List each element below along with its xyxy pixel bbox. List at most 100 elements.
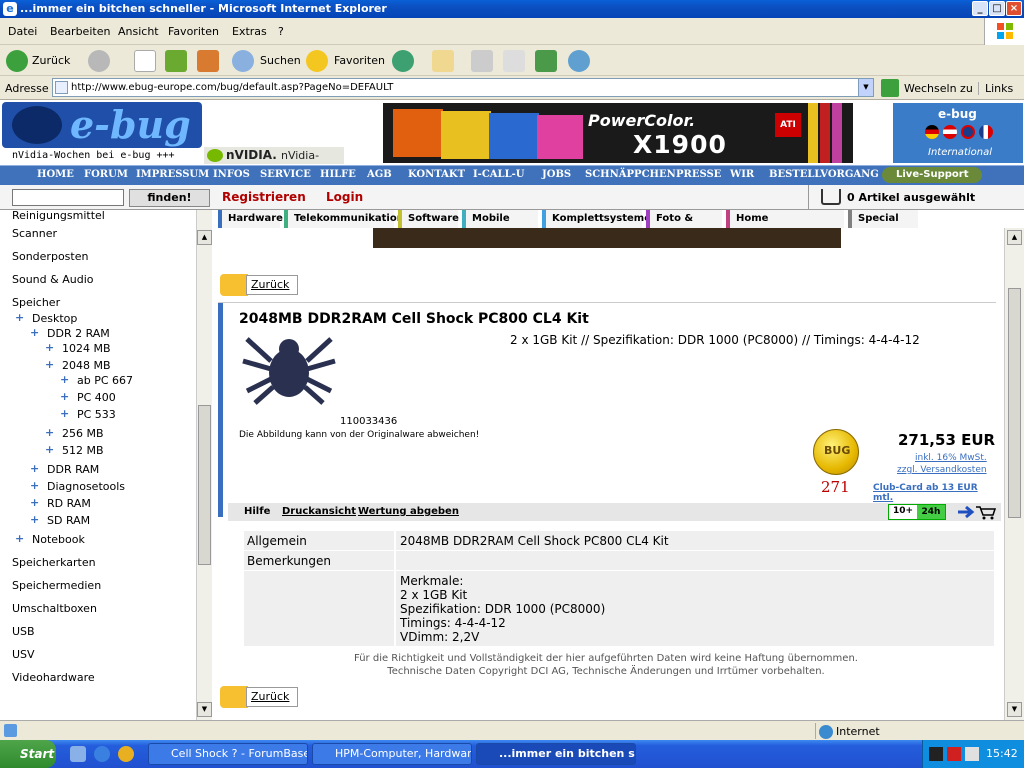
content-scrollbar[interactable]: ▲ ▼ (1004, 228, 1024, 720)
menu-datei[interactable]: Datei (8, 25, 37, 38)
sidebar-item-512mb[interactable]: 512 MB (62, 444, 104, 457)
flag-germany-icon[interactable] (925, 125, 939, 139)
go-button[interactable]: Wechseln zu (904, 82, 973, 95)
media-player-icon[interactable] (118, 746, 134, 762)
nav-forum[interactable]: FORUM (84, 169, 128, 180)
menu-favoriten[interactable]: Favoriten (168, 25, 219, 38)
sidebar-item-256mb[interactable]: 256 MB (62, 427, 104, 440)
sidebar-scroll-thumb[interactable] (198, 405, 211, 565)
favorites-star-icon[interactable] (306, 50, 328, 72)
sidebar-item-1024mb[interactable]: 1024 MB (62, 342, 111, 355)
sidebar-item-scanner[interactable]: Scanner (12, 227, 57, 240)
task-hpm-computer[interactable]: HPM-Computer, Hardwar... (312, 743, 472, 765)
tab-hardware[interactable]: Hardware (218, 210, 283, 228)
edit-icon[interactable] (503, 50, 525, 72)
nav-jobs[interactable]: JOBS (542, 169, 571, 180)
close-button[interactable]: × (1006, 1, 1022, 16)
maximize-button[interactable]: □ (989, 1, 1005, 16)
tab-mobile-world[interactable]: Mobile World (462, 210, 538, 242)
show-desktop-icon[interactable] (70, 746, 86, 762)
sidebar-item-videohardware[interactable]: Videohardware (12, 671, 95, 684)
search-icon[interactable] (232, 50, 254, 72)
sidebar-item-notebook[interactable]: Notebook (32, 533, 85, 546)
sidebar-item-2048mb[interactable]: 2048 MB (62, 359, 111, 372)
powercolor-ad[interactable]: PowerColor. X1900 ATI (383, 103, 853, 163)
go-arrow-icon[interactable] (881, 79, 899, 97)
expand-icon[interactable]: + (45, 341, 54, 354)
task-ebug[interactable]: ...immer ein bitchen s... (476, 743, 636, 765)
sidebar-item-desktop[interactable]: Desktop (32, 312, 77, 325)
sidebar-item-ab-pc667[interactable]: ab PC 667 (77, 374, 133, 387)
expand-icon[interactable]: + (45, 443, 54, 456)
scroll-up-icon[interactable]: ▲ (1007, 230, 1022, 245)
expand-icon[interactable]: + (15, 311, 24, 324)
shipping-link[interactable]: zzgl. Versandkosten (897, 465, 987, 475)
live-support-button[interactable]: Live-Support (882, 167, 982, 183)
home-icon[interactable] (197, 50, 219, 72)
expand-icon[interactable]: + (60, 407, 69, 420)
sidebar-item-ddr-ram[interactable]: DDR RAM (47, 463, 99, 476)
start-button[interactable]: Start (0, 740, 56, 768)
expand-icon[interactable]: + (30, 496, 39, 509)
expand-icon[interactable]: + (15, 532, 24, 545)
login-link[interactable]: Login (326, 190, 363, 204)
flag-uk-icon[interactable] (961, 125, 975, 139)
sidebar-item-speicher[interactable]: Speicher (12, 296, 60, 309)
tab-foto-video[interactable]: Foto & Video (646, 210, 722, 242)
history-icon[interactable] (392, 50, 414, 72)
nav-bestellvorgang[interactable]: BESTELLVORGANG (769, 169, 879, 180)
sidebar-item-usv[interactable]: USV (12, 648, 35, 661)
expand-icon[interactable]: + (30, 479, 39, 492)
tab-special-deal[interactable]: Special Deal (848, 210, 918, 242)
expand-icon[interactable]: + (45, 426, 54, 439)
expand-icon[interactable]: + (60, 373, 69, 386)
cart-summary[interactable]: 0 Artikel ausgewählt (808, 185, 1024, 210)
international-box[interactable]: e-bug International (893, 103, 1023, 163)
flag-france-icon[interactable] (979, 125, 993, 139)
menu-help[interactable]: ? (278, 25, 284, 38)
tray-antivirus-icon[interactable] (947, 747, 961, 761)
vat-link[interactable]: inkl. 16% MwSt. (915, 453, 987, 463)
mail-icon[interactable] (432, 50, 454, 72)
nav-agb[interactable]: AGB (367, 169, 392, 180)
nav-kontakt[interactable]: KONTAKT (408, 169, 465, 180)
add-to-cart-icon[interactable] (956, 504, 997, 520)
ie-quicklaunch-icon[interactable] (94, 746, 110, 762)
sidebar-item-ddr2-ram[interactable]: DDR 2 RAM (47, 327, 110, 340)
messenger-icon[interactable] (568, 50, 590, 72)
tray-network-icon[interactable] (929, 747, 943, 761)
nav-schnaeppchen[interactable]: SCHNÄPPCHEN (585, 169, 676, 180)
sidebar-item-usb[interactable]: USB (12, 625, 35, 638)
sidebar-item-speichermedien[interactable]: Speichermedien (12, 579, 101, 592)
club-card-link[interactable]: Club-Card ab 13 EUR mtl. (873, 483, 996, 503)
find-button[interactable]: finden! (129, 189, 210, 207)
nav-wir[interactable]: WIR (730, 169, 754, 180)
tab-home-entertainment[interactable]: Home Entertainment (726, 210, 844, 242)
tab-telekommunikation[interactable]: Telekommunikation (284, 210, 404, 228)
menu-bearbeiten[interactable]: Bearbeiten (50, 25, 110, 38)
sidebar-item-pc400[interactable]: PC 400 (77, 391, 116, 404)
address-dropdown-icon[interactable]: ▼ (858, 79, 873, 96)
sidebar-item-rd-ram[interactable]: RD RAM (47, 497, 91, 510)
print-icon[interactable] (471, 50, 493, 72)
favorites-button[interactable]: Favoriten (334, 54, 385, 67)
expand-icon[interactable]: + (30, 462, 39, 475)
expand-icon[interactable]: + (45, 358, 54, 371)
stop-icon[interactable] (134, 50, 156, 72)
scroll-down-icon[interactable]: ▼ (197, 702, 212, 717)
nav-home[interactable]: HOME (37, 169, 74, 180)
help-link[interactable]: Hilfe (244, 506, 270, 517)
forward-arrow-icon[interactable] (88, 50, 110, 72)
sidebar-item-pc533[interactable]: PC 533 (77, 408, 116, 421)
task-forumbase[interactable]: Cell Shock ? - ForumBase... (148, 743, 308, 765)
tab-software[interactable]: Software (398, 210, 459, 228)
nav-impressum[interactable]: IMPRESSUM (136, 169, 209, 180)
flag-austria-icon[interactable] (943, 125, 957, 139)
refresh-icon[interactable] (165, 50, 187, 72)
nav-service[interactable]: SERVICE (260, 169, 311, 180)
sidebar-item-sd-ram[interactable]: SD RAM (47, 514, 90, 527)
sidebar-item-diagnosetools[interactable]: Diagnosetools (47, 480, 125, 493)
back-link-top[interactable]: Zurück (220, 274, 298, 296)
address-input[interactable]: http://www.ebug-europe.com/bug/default.a… (52, 78, 874, 97)
sidebar-item-speicherkarten[interactable]: Speicherkarten (12, 556, 96, 569)
